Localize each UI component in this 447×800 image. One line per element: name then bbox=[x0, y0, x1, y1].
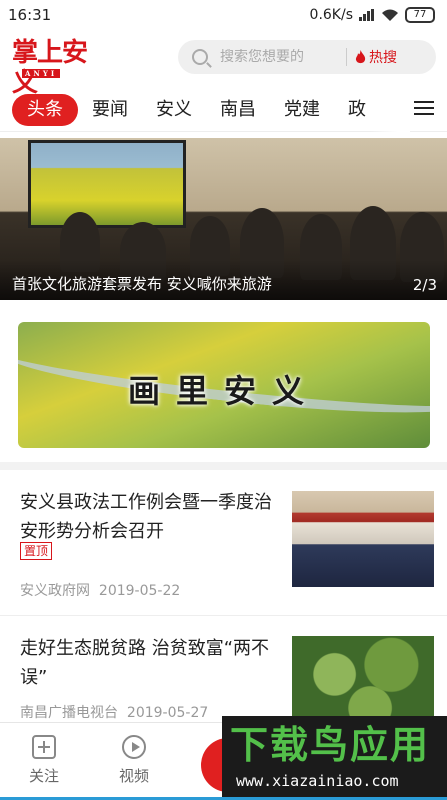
tab-video[interactable]: 视频 bbox=[104, 735, 164, 786]
news-meta: 南昌广播电视台 2019-05-27 bbox=[20, 702, 208, 722]
watermark-url: www.xiazainiao.com bbox=[236, 772, 399, 790]
signal-icon bbox=[359, 9, 374, 21]
menu-icon[interactable] bbox=[414, 98, 434, 118]
banner-caption: 首张文化旅游套票发布 安义喊你来旅游 bbox=[12, 275, 272, 293]
app-header: 掌上安义 ANYI 热搜 bbox=[0, 32, 447, 98]
news-title: 走好生态脱贫路 治贫致富“两不误” bbox=[20, 638, 270, 688]
tab-headline[interactable]: 头条 bbox=[12, 93, 78, 126]
news-source: 南昌广播电视台 bbox=[20, 705, 118, 721]
hot-search-label: 热搜 bbox=[369, 50, 397, 66]
status-right: 0.6K/s 77 bbox=[310, 7, 435, 23]
tab-anyi[interactable]: 安义 bbox=[142, 94, 206, 126]
tab-video-label: 视频 bbox=[118, 767, 149, 785]
tab-follow-label: 关注 bbox=[28, 767, 59, 785]
search-input[interactable] bbox=[220, 49, 340, 65]
news-item[interactable]: 走好生态脱贫路 治贫致富“两不误” 南昌广播电视台 2019-05-27 bbox=[0, 634, 447, 732]
tab-follow[interactable]: 关注 bbox=[14, 735, 74, 786]
wifi-icon bbox=[382, 9, 398, 21]
banner-screen bbox=[28, 140, 186, 228]
news-date: 2019-05-27 bbox=[126, 705, 209, 721]
ad-title: 画里安义 bbox=[127, 372, 320, 410]
tab-nanchang[interactable]: 南昌 bbox=[206, 94, 270, 126]
hot-search-button[interactable]: 热搜 bbox=[355, 47, 397, 67]
battery-icon: 77 bbox=[405, 7, 435, 23]
search-icon bbox=[192, 49, 208, 65]
news-source: 安义政府网 bbox=[20, 583, 90, 599]
network-speed: 0.6K/s bbox=[309, 7, 353, 23]
search-divider bbox=[346, 48, 347, 66]
search-bar[interactable]: 热搜 bbox=[178, 40, 436, 74]
play-icon bbox=[122, 735, 146, 759]
status-bar: 16:31 0.6K/s 77 bbox=[0, 0, 447, 30]
tabs-fade bbox=[370, 88, 410, 132]
news-date: 2019-05-22 bbox=[98, 583, 181, 599]
watermark-text: 下载鸟应用 bbox=[230, 723, 431, 767]
flame-icon bbox=[355, 49, 366, 63]
news-title: 安义县政法工作例会暨一季度治安形势分析会召开 bbox=[20, 492, 272, 542]
news-item[interactable]: 安义县政法工作例会暨一季度治安形势分析会召开 置顶 安义政府网 2019-05-… bbox=[0, 488, 447, 616]
news-meta: 安义政府网 2019-05-22 bbox=[20, 580, 180, 600]
headline-carousel[interactable]: 首张文化旅游套票发布 安义喊你来旅游 2/3 bbox=[0, 138, 447, 300]
status-time: 16:31 bbox=[8, 6, 52, 24]
logo-subtext: ANYI bbox=[22, 69, 61, 78]
section-divider bbox=[0, 462, 447, 470]
app-logo[interactable]: 掌上安义 ANYI bbox=[10, 38, 110, 98]
tab-party[interactable]: 党建 bbox=[270, 94, 334, 126]
tab-news[interactable]: 要闻 bbox=[78, 94, 142, 126]
watermark-overlay: 下载鸟应用 www.xiazainiao.com bbox=[222, 716, 447, 800]
add-follow-icon bbox=[32, 735, 56, 759]
banner-counter: 2/3 bbox=[412, 276, 437, 294]
news-thumbnail bbox=[292, 491, 434, 587]
pinned-badge: 置顶 bbox=[20, 542, 53, 560]
ad-banner[interactable]: 画里安义 bbox=[18, 322, 430, 448]
